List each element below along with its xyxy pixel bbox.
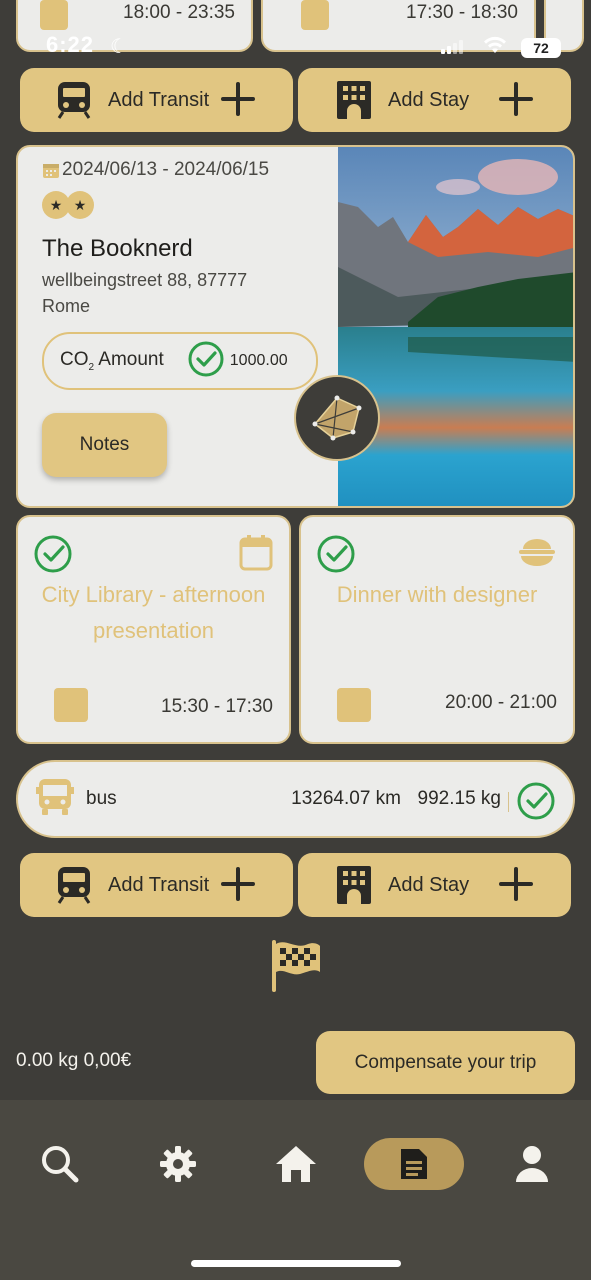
add-transit-button[interactable]: Add Transit — [20, 853, 293, 917]
activity-card[interactable]: City Library - afternoon presentation 15… — [16, 515, 291, 744]
bus-icon — [36, 777, 74, 822]
star-rating: ★ ★ — [42, 191, 94, 223]
notes-button[interactable]: Notes — [42, 413, 167, 477]
note-icon[interactable] — [337, 688, 371, 722]
check-circle-icon[interactable] — [517, 782, 555, 825]
plus-icon — [499, 82, 533, 116]
note-icon[interactable] — [54, 688, 88, 722]
gear-icon — [160, 1146, 196, 1182]
co2-value: 1000.00 — [229, 352, 288, 369]
add-transit-label: Add Transit — [108, 88, 210, 111]
activity-card[interactable]: Dinner with designer 20:00 - 21:00 — [299, 515, 575, 744]
checkered-flag-icon — [270, 938, 322, 999]
activity-title: City Library - afternoon presentation — [41, 582, 266, 643]
food-bowl-icon — [517, 535, 557, 574]
nav-settings[interactable] — [128, 1138, 228, 1190]
stay-card[interactable]: 2024/06/13 - 2024/06/15 ★ ★ The Booknerd… — [16, 145, 575, 508]
plus-icon — [221, 82, 255, 116]
hotel-icon — [334, 80, 374, 120]
wifi-icon — [483, 36, 507, 60]
status-bar: 6:22 ☾ 72 — [0, 28, 591, 64]
compensate-trip-button[interactable]: Compensate your trip — [316, 1031, 575, 1094]
battery-indicator: 72 — [521, 38, 561, 58]
activity-title: Dinner with designer — [336, 582, 538, 607]
nav-search[interactable] — [10, 1138, 110, 1190]
co2-label: CO2 Amount — [60, 349, 164, 373]
trip-screen: 18:00 - 23:35 17:30 - 18:30 6:22 ☾ 72 Ad… — [0, 0, 591, 1280]
search-icon — [42, 1146, 79, 1183]
train-icon — [54, 865, 94, 905]
divider — [508, 792, 509, 812]
train-icon — [54, 80, 94, 120]
transit-mode: bus — [86, 788, 117, 809]
action-row-top: Add Transit Add Stay — [20, 68, 571, 132]
transit-distance: 13264.07 km — [291, 788, 401, 809]
home-icon — [276, 1146, 316, 1182]
stay-dates-text: 2024/06/13 - 2024/06/15 — [62, 159, 270, 180]
nav-profile[interactable] — [482, 1138, 582, 1190]
add-stay-label: Add Stay — [388, 88, 470, 111]
add-transit-label: Add Transit — [108, 873, 210, 896]
stay-address: wellbeingstreet 88, 87777 Rome — [42, 267, 322, 319]
nav-trip-document[interactable] — [364, 1138, 464, 1190]
plus-icon — [221, 867, 255, 901]
stay-photo — [338, 147, 573, 506]
activity-time: 15:30 - 17:30 — [161, 696, 273, 717]
address-line-2: Rome — [42, 296, 91, 316]
check-circle-icon — [188, 341, 224, 382]
calendar-icon — [239, 535, 273, 576]
nav-home[interactable] — [246, 1138, 346, 1190]
stay-name: The Booknerd — [42, 235, 193, 262]
add-transit-button[interactable]: Add Transit — [20, 68, 293, 132]
check-circle-icon[interactable] — [34, 535, 72, 578]
plus-icon — [499, 867, 533, 901]
hotel-icon — [334, 865, 374, 905]
activity-time: 20:00 - 21:00 — [445, 692, 557, 713]
star-icon: ★ — [66, 191, 94, 219]
moon-icon: ☾ — [110, 36, 128, 58]
map-icon[interactable] — [294, 375, 380, 461]
check-circle-icon[interactable] — [317, 535, 355, 578]
transit-emissions: 992.15 kg — [417, 788, 501, 809]
trip-totals: 0.00 kg 0,00€ — [16, 1050, 132, 1071]
transit-bar[interactable]: bus 13264.07 km 992.15 kg — [16, 760, 575, 838]
activity-time: 17:30 - 18:30 — [406, 2, 518, 23]
bottom-navigation — [0, 1100, 591, 1280]
co2-amount-pill: CO2 Amount 1000.00 — [42, 332, 318, 390]
add-stay-label: Add Stay — [388, 873, 470, 896]
document-icon — [401, 1149, 427, 1179]
calendar-icon — [43, 164, 59, 178]
add-stay-button[interactable]: Add Stay — [298, 853, 571, 917]
user-icon — [516, 1146, 548, 1182]
action-row-bottom: Add Transit Add Stay — [20, 853, 571, 917]
stay-dates: 2024/06/13 - 2024/06/15 — [42, 159, 269, 181]
home-indicator[interactable] — [191, 1260, 401, 1267]
activity-time: 18:00 - 23:35 — [123, 2, 235, 23]
status-time: 6:22 — [46, 32, 95, 57]
note-icon[interactable] — [301, 0, 329, 30]
note-icon[interactable] — [40, 0, 68, 30]
add-stay-button[interactable]: Add Stay — [298, 68, 571, 132]
signal-icon — [441, 40, 463, 54]
address-line-1: wellbeingstreet 88, 87777 — [42, 270, 248, 290]
